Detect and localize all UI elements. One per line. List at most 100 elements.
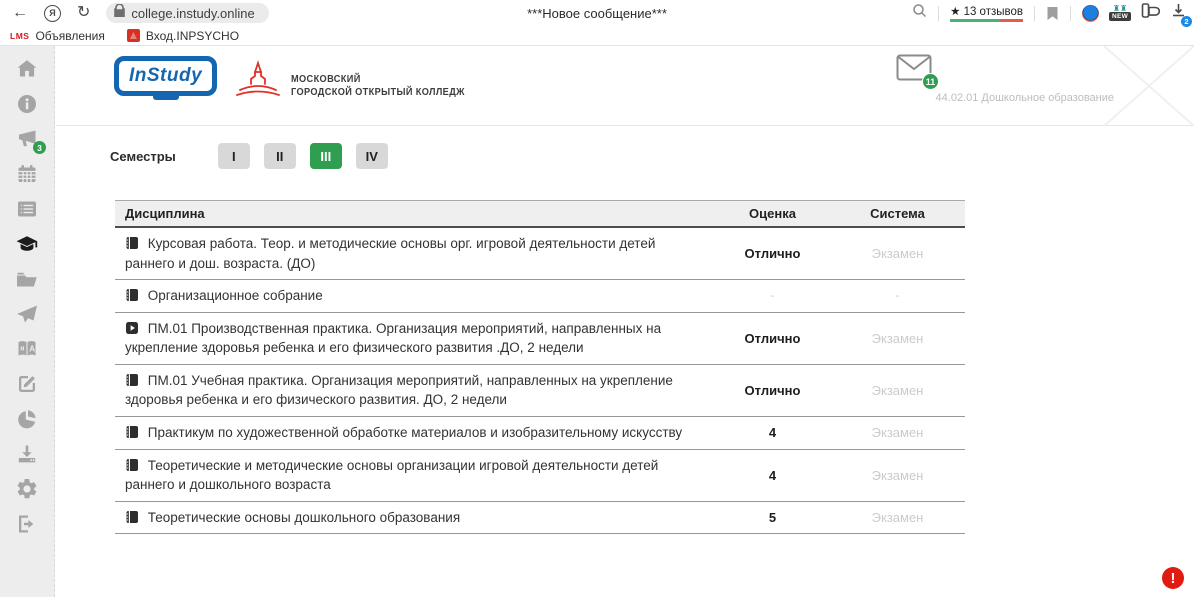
grade-cell: 4 xyxy=(715,468,830,483)
extension-new-icon[interactable]: ♜♜ NEW xyxy=(1110,5,1130,21)
gear-icon xyxy=(15,477,39,501)
book-icon xyxy=(125,236,139,250)
semester-tab-III[interactable]: III xyxy=(310,143,342,169)
table-row: ПМ.01 Учебная практика. Организация меро… xyxy=(115,365,965,417)
grade-cell: 4 xyxy=(715,425,830,440)
mail-badge: 11 xyxy=(922,73,939,90)
sidebar-item-statistics[interactable] xyxy=(15,407,39,431)
bookmark-inpsycho[interactable]: Вход.INPSYCHO xyxy=(127,29,239,43)
alert-button[interactable]: ! xyxy=(1162,567,1184,589)
sidebar-item-logout[interactable] xyxy=(15,512,39,536)
lock-icon xyxy=(114,4,125,22)
pie-chart-icon xyxy=(15,407,39,431)
paper-plane-icon xyxy=(15,302,39,326)
divider xyxy=(938,6,939,21)
bookmark-flag-icon[interactable] xyxy=(1046,6,1059,21)
discipline-name[interactable]: Теоретические основы дошкольного образов… xyxy=(148,510,460,525)
logout-icon xyxy=(15,512,39,536)
info-icon xyxy=(15,92,39,116)
system-cell: Экзамен xyxy=(830,383,965,398)
address-bar[interactable]: college.instudy.online xyxy=(106,3,268,23)
grade-cell: Отлично xyxy=(715,383,830,398)
discipline-cell: Теоретические основы дошкольного образов… xyxy=(115,508,715,528)
back-button[interactable]: ← xyxy=(12,5,28,21)
grade-cell: Отлично xyxy=(715,246,830,261)
table-row: Практикум по художественной обработке ма… xyxy=(115,417,965,450)
graduation-cap-icon xyxy=(15,232,39,256)
list-icon xyxy=(15,197,39,221)
sidebar-item-schedule[interactable] xyxy=(15,197,39,221)
sidebar-item-calendar[interactable] xyxy=(15,162,39,186)
reviews-rating[interactable]: ★ 13 отзывов xyxy=(950,4,1023,22)
extension-icon[interactable] xyxy=(1082,5,1099,22)
grade-cell: 5 xyxy=(715,510,830,525)
college-name: МОСКОВСКИЙ ГОРОДСКОЙ ОТКРЫТЫЙ КОЛЛЕДЖ xyxy=(291,73,465,100)
col-discipline: Дисциплина xyxy=(115,206,715,221)
mail-button[interactable]: 11 xyxy=(896,54,932,86)
semester-tab-I[interactable]: I xyxy=(218,143,250,169)
collections-icon[interactable] xyxy=(1141,2,1160,24)
url-text: college.instudy.online xyxy=(131,6,254,21)
bookmarks-bar: LMS Объявления Вход.INPSYCHO xyxy=(0,26,1194,46)
edit-icon xyxy=(15,372,39,396)
system-cell: Экзамен xyxy=(830,468,965,483)
yandex-button[interactable]: Я xyxy=(44,5,61,22)
discipline-name[interactable]: Курсовая работа. Теор. и методические ос… xyxy=(125,236,655,271)
discipline-cell: ПМ.01 Производственная практика. Организ… xyxy=(115,319,715,358)
discipline-name[interactable]: Организационное собрание xyxy=(148,288,323,303)
program-name: 44.02.01 Дошкольное образование xyxy=(936,92,1114,104)
sidebar-item-settings[interactable] xyxy=(15,477,39,501)
grades-table: Дисциплина Оценка Система Курсовая работ… xyxy=(115,200,965,534)
discipline-name[interactable]: ПМ.01 Производственная практика. Организ… xyxy=(125,321,661,356)
main-content: InStudy МОСКОВСКИЙ ГОРОДСКОЙ ОТКРЫ xyxy=(56,46,1194,597)
col-grade: Оценка xyxy=(715,206,830,221)
sidebar-item-home[interactable] xyxy=(15,57,39,81)
discipline-name[interactable]: Практикум по художественной обработке ма… xyxy=(148,425,682,440)
semesters-label: Семестры xyxy=(110,149,176,164)
semester-tab-IV[interactable]: IV xyxy=(356,143,388,169)
sidebar: 3 Aя xyxy=(0,46,55,597)
bookmark-announcements[interactable]: LMS Объявления xyxy=(10,29,105,43)
divider xyxy=(1070,6,1071,21)
avatar-placeholder xyxy=(1104,46,1194,126)
folder-open-icon xyxy=(15,267,39,291)
inpsycho-favicon xyxy=(127,29,140,42)
svg-text:A: A xyxy=(29,345,35,354)
sidebar-item-grades[interactable] xyxy=(15,232,39,256)
system-cell: - xyxy=(830,290,965,302)
sidebar-item-announcements[interactable]: 3 xyxy=(15,127,39,151)
announcements-badge: 3 xyxy=(33,141,46,154)
downloads-badge: 2 xyxy=(1181,16,1192,27)
search-icon[interactable] xyxy=(912,3,927,23)
table-row: Курсовая работа. Теор. и методические ос… xyxy=(115,228,965,280)
sidebar-item-send[interactable] xyxy=(15,302,39,326)
home-icon xyxy=(15,57,39,81)
svg-text:я: я xyxy=(20,346,24,353)
semester-tab-II[interactable]: II xyxy=(264,143,296,169)
downloads-icon[interactable]: 2 xyxy=(1171,3,1186,23)
grades-table-body: Курсовая работа. Теор. и методические ос… xyxy=(115,228,965,534)
discipline-name[interactable]: ПМ.01 Учебная практика. Организация меро… xyxy=(125,373,673,408)
download-icon xyxy=(15,442,39,466)
lms-favicon: LMS xyxy=(10,31,29,41)
discipline-name[interactable]: Теоретические и методические основы орга… xyxy=(125,458,658,493)
sidebar-item-files[interactable] xyxy=(15,267,39,291)
tower-icon xyxy=(231,60,285,112)
discipline-cell: ПМ.01 Учебная практика. Организация меро… xyxy=(115,371,715,410)
sidebar-item-translate[interactable]: Aя xyxy=(15,337,39,361)
system-cell: Экзамен xyxy=(830,425,965,440)
book-icon xyxy=(125,288,139,302)
discipline-cell: Организационное собрание xyxy=(115,286,715,306)
table-row: Теоретические и методические основы орга… xyxy=(115,450,965,502)
book-icon xyxy=(125,458,139,472)
book-icon xyxy=(125,373,139,387)
sidebar-item-edit[interactable] xyxy=(15,372,39,396)
refresh-button[interactable]: ↻ xyxy=(77,5,90,21)
browser-toolbar: ***Новое сообщение*** ← Я ↻ college.inst… xyxy=(0,0,1194,26)
col-system: Система xyxy=(830,206,965,221)
sidebar-item-info[interactable] xyxy=(15,92,39,116)
sidebar-item-downloads[interactable] xyxy=(15,442,39,466)
system-cell: Экзамен xyxy=(830,246,965,261)
instudy-logo: InStudy xyxy=(114,56,217,100)
rating-bar xyxy=(950,19,1023,22)
